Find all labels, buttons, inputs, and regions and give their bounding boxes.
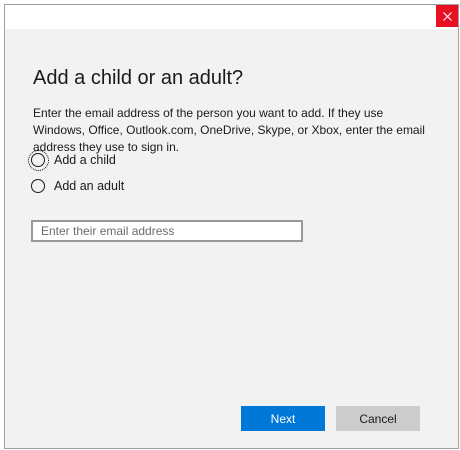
next-button[interactable]: Next xyxy=(241,406,325,431)
dialog-description: Enter the email address of the person yo… xyxy=(33,106,425,154)
title-bar xyxy=(5,5,458,29)
add-child-label: Add a child xyxy=(54,153,116,167)
dialog-window: Add a child or an adult? Enter the email… xyxy=(4,4,459,449)
close-button[interactable] xyxy=(436,5,458,27)
add-child-radio[interactable]: Add a child xyxy=(28,150,116,171)
radio-button-icon[interactable] xyxy=(28,150,49,171)
radio-button-icon[interactable] xyxy=(31,179,45,193)
add-adult-radio[interactable]: Add an adult xyxy=(31,179,124,193)
close-icon xyxy=(442,11,452,21)
cancel-button[interactable]: Cancel xyxy=(336,406,420,431)
email-input[interactable] xyxy=(31,220,303,242)
dialog-title: Add a child or an adult? xyxy=(33,67,244,89)
add-adult-label: Add an adult xyxy=(54,179,125,193)
